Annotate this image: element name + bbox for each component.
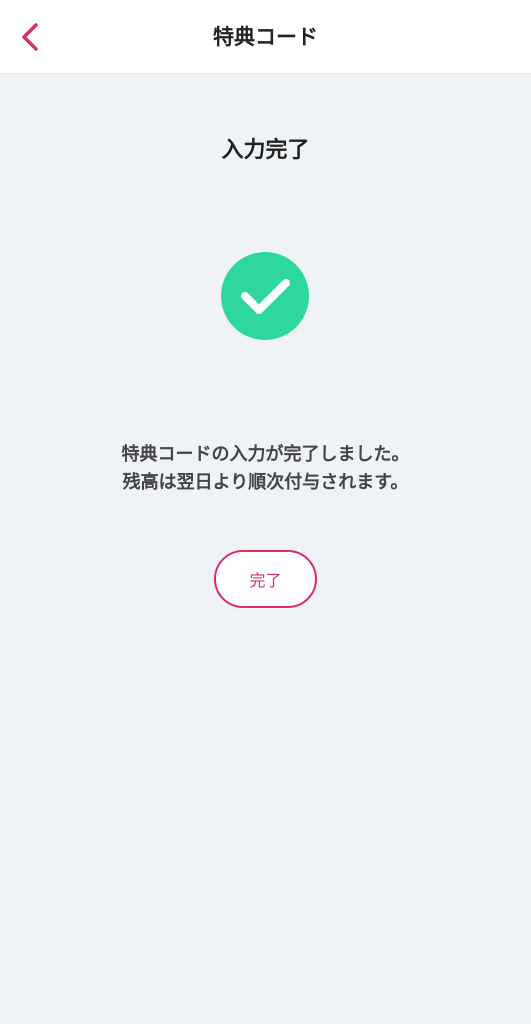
back-button[interactable] xyxy=(8,17,52,57)
completion-message: 特典コードの入力が完了しました。 残高は翌日より順次付与されます。 xyxy=(0,441,531,497)
page-title: 入力完了 xyxy=(221,138,310,163)
app-header: 特典コード xyxy=(0,0,531,74)
message-line-2: 残高は翌日より順次付与されます。 xyxy=(122,472,409,493)
chevron-left-icon xyxy=(22,23,38,51)
done-button[interactable]: 完了 xyxy=(214,550,317,608)
check-circle-icon xyxy=(221,252,309,340)
message-line-1: 特典コードの入力が完了しました。 xyxy=(121,444,410,465)
header-title: 特典コード xyxy=(213,25,318,49)
